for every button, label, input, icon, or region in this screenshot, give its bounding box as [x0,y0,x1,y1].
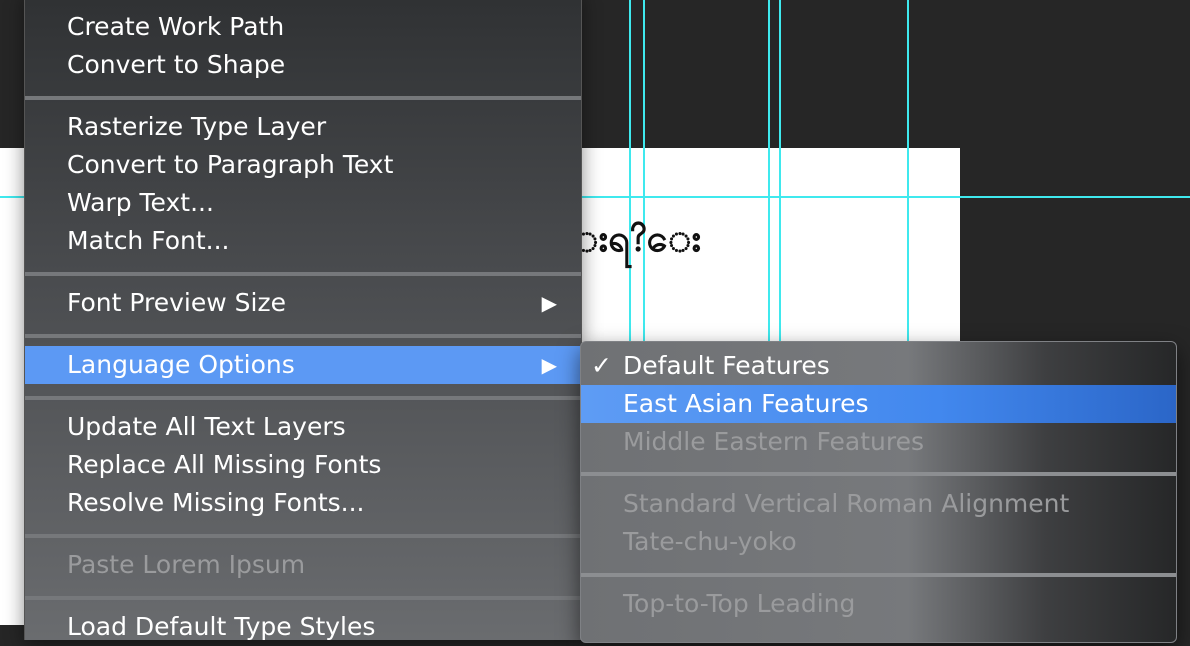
checkmark-icon: ✓ [591,351,612,380]
menu-separator [25,96,581,100]
menu-separator [25,534,581,538]
menu-separator [25,396,581,400]
submenu-item-tate-chu-yoko: Tate-chu-yoko [623,527,797,556]
canvas-text-layer[interactable]: းရ?ေး [575,214,701,270]
submenu-item-default-features[interactable]: ✓ Default Features [581,347,1176,385]
menu-item-update-all-text-layers[interactable]: Update All Text Layers [25,408,581,446]
submenu-item-east-asian-features[interactable]: East Asian Features [581,385,1176,423]
submenu-separator [581,573,1176,577]
menu-item-create-work-path[interactable]: Create Work Path [25,8,581,46]
menu-item-paste-lorem-ipsum: Paste Lorem Ipsum [67,550,306,579]
menu-item-convert-to-shape[interactable]: Convert to Shape [25,46,581,84]
menu-item-load-default-type-styles[interactable]: Load Default Type Styles [25,608,581,646]
menu-item-match-font[interactable]: Match Font... [25,222,581,260]
menu-item-font-preview-size[interactable]: Font Preview Size ▶ [25,284,581,322]
submenu-arrow-icon: ▶ [541,353,557,377]
language-options-submenu: ✓ Default Features East Asian Features M… [580,341,1177,643]
menu-separator [25,272,581,276]
menu-item-warp-text[interactable]: Warp Text... [25,184,581,222]
menu-item-convert-to-paragraph-text[interactable]: Convert to Paragraph Text [25,146,581,184]
submenu-item-standard-vertical-roman-alignment: Standard Vertical Roman Alignment [623,489,1070,518]
menu-item-replace-all-missing-fonts[interactable]: Replace All Missing Fonts [25,446,581,484]
menu-item-language-options[interactable]: Language Options ▶ [25,346,581,384]
submenu-item-top-to-top-leading: Top-to-Top Leading [623,589,856,618]
submenu-item-middle-eastern-features: Middle Eastern Features [623,427,924,456]
menu-item-resolve-missing-fonts[interactable]: Resolve Missing Fonts... [25,484,581,522]
submenu-separator [581,472,1176,476]
submenu-arrow-icon: ▶ [541,291,557,315]
menu-separator [25,334,581,338]
menu-item-rasterize-type-layer[interactable]: Rasterize Type Layer [25,108,581,146]
type-menu: Create Work Path Convert to Shape Raster… [24,0,582,641]
menu-separator [25,596,581,600]
